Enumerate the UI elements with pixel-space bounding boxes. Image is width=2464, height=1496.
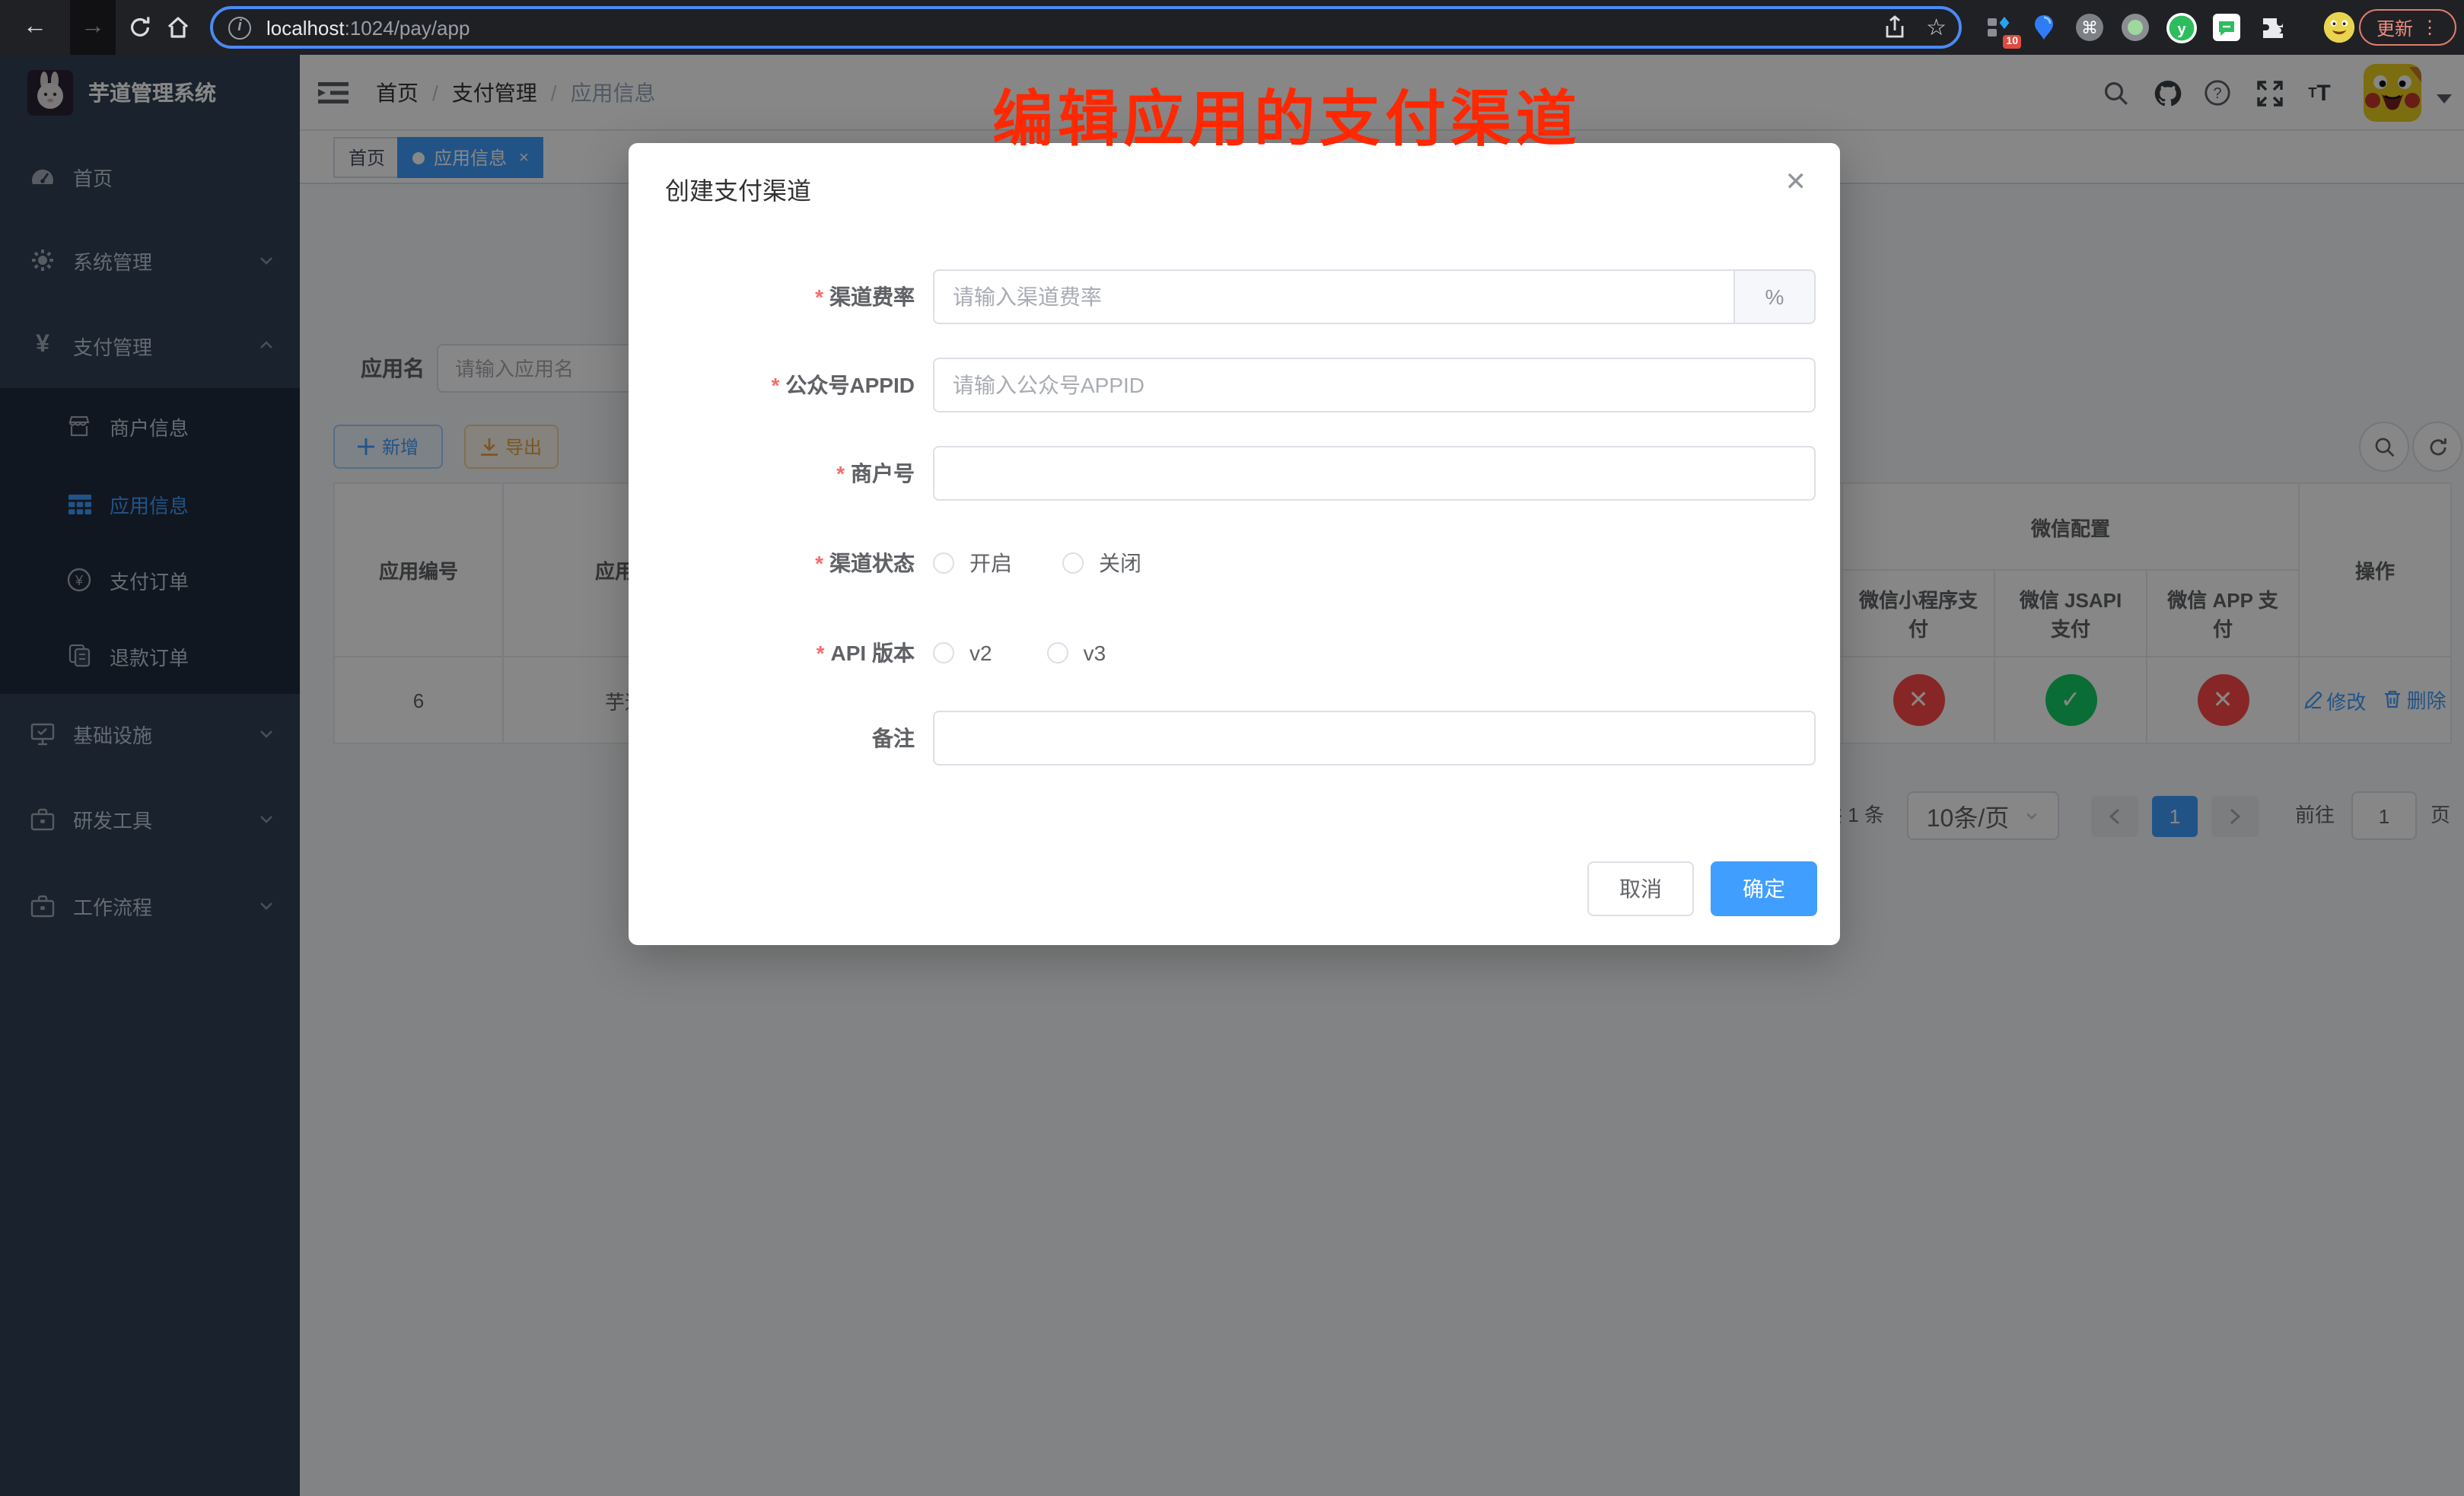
required-mark: * <box>815 551 823 575</box>
share-icon[interactable] <box>1883 15 1905 40</box>
rate-input-group: % <box>933 269 1816 324</box>
field-label-api: *API 版本 <box>629 625 915 680</box>
extension-recorder-icon[interactable] <box>2119 11 2152 44</box>
required-mark: * <box>817 641 825 665</box>
svg-text:y: y <box>2176 21 2185 37</box>
browser-menu-kebab-icon[interactable]: ⋮ <box>2421 17 2439 38</box>
dialog-close-icon[interactable]: ✕ <box>1785 167 1807 198</box>
required-mark: * <box>815 285 823 309</box>
percent-suffix: % <box>1733 271 1814 323</box>
field-label-appid: *公众号APPID <box>629 358 915 412</box>
extension-command-icon[interactable]: ⌘ <box>2073 11 2106 44</box>
browser-toolbar: ← → i localhost:1024/pay/app ☆ 10 <box>0 0 2464 55</box>
field-label-rate: *渠道费率 <box>629 269 915 324</box>
radio-status-on[interactable] <box>933 552 954 574</box>
field-label-remark: 备注 <box>629 711 915 766</box>
field-label-merchant: *商户号 <box>629 446 915 501</box>
remark-input[interactable] <box>933 711 1816 766</box>
site-info-icon[interactable]: i <box>228 16 251 39</box>
annotation-text: 编辑应用的支付渠道 <box>992 70 1581 158</box>
url-bar[interactable]: i localhost:1024/pay/app ☆ <box>210 6 1962 49</box>
extensions-puzzle-icon[interactable] <box>2255 11 2289 44</box>
dialog-title: 创建支付渠道 <box>665 170 811 207</box>
browser-forward-icon[interactable]: → <box>70 0 116 55</box>
extension-yuque-icon[interactable]: y <box>2164 11 2198 44</box>
browser-update-button[interactable]: 更新 ⋮ <box>2359 9 2456 46</box>
create-channel-dialog: 创建支付渠道 ✕ *渠道费率 % *公众号APPID *商户号 *渠道状 <box>629 143 1840 945</box>
cancel-button[interactable]: 取消 <box>1587 861 1694 916</box>
extension-tabs-icon[interactable]: 10 <box>1982 11 2015 44</box>
extension-balloon-icon[interactable] <box>2027 11 2061 44</box>
browser-home-icon[interactable] <box>164 14 210 41</box>
required-mark: * <box>772 373 780 397</box>
radio-status-off[interactable] <box>1062 552 1084 574</box>
screen: ← → i localhost:1024/pay/app ☆ 10 <box>0 0 2464 1496</box>
url-text: localhost:1024/pay/app <box>266 16 470 39</box>
radio-api-v2[interactable] <box>933 642 954 664</box>
app-window: 芋道管理系统 首页 系统管理 ¥ 支付管理 <box>0 55 2464 1496</box>
api-radio-group: v2 v3 <box>933 625 1106 680</box>
appid-input[interactable] <box>933 358 1816 412</box>
radio-label-off[interactable]: 关闭 <box>1099 548 1141 578</box>
radio-label-v2[interactable]: v2 <box>969 641 992 665</box>
svg-text:⌘: ⌘ <box>2081 18 2098 37</box>
confirm-button[interactable]: 确定 <box>1711 861 1817 916</box>
radio-api-v3[interactable] <box>1047 642 1068 664</box>
extension-chat-icon[interactable] <box>2210 11 2243 44</box>
rate-input[interactable] <box>934 271 1733 323</box>
merchant-no-input[interactable] <box>933 446 1816 501</box>
radio-label-on[interactable]: 开启 <box>969 548 1012 578</box>
bookmark-star-icon[interactable]: ☆ <box>1926 14 1947 41</box>
extension-badge: 10 <box>2003 35 2021 49</box>
update-label: 更新 <box>2376 14 2413 40</box>
status-radio-group: 开启 关闭 <box>933 536 1141 590</box>
profile-emoji-avatar[interactable] <box>2322 11 2356 44</box>
browser-back-icon[interactable]: ← <box>12 0 58 55</box>
radio-label-v3[interactable]: v3 <box>1084 641 1106 665</box>
required-mark: * <box>836 461 845 485</box>
field-label-status: *渠道状态 <box>629 536 915 590</box>
